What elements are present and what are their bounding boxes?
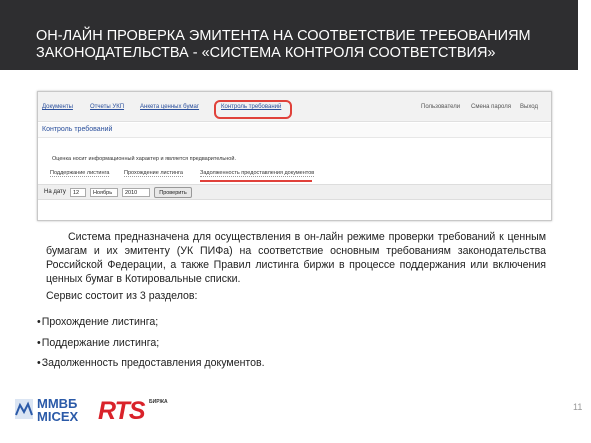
rts-logo: RTS БИРЖА <box>98 397 170 427</box>
nav-item-questionnaire[interactable]: Анкета ценных бумаг <box>140 104 199 110</box>
slide-title: ОН-ЛАЙН ПРОВЕРКА ЭМИТЕНТА НА СООТВЕТСТВИ… <box>36 28 531 61</box>
tab-underline <box>200 180 312 182</box>
micex-logo: ММВБ MICEX <box>15 395 83 427</box>
nav-item-documents[interactable]: Документы <box>42 104 73 110</box>
micex-logo-line2: MICEX <box>37 409 79 424</box>
tab-listing-support[interactable]: Поддержание листинга <box>50 170 110 177</box>
sections-list: Прохождение листинга; Поддержание листин… <box>37 312 265 374</box>
disclaimer-note: Оценка носит информационный характер и я… <box>52 156 236 162</box>
month-select[interactable]: Ноябрь <box>90 188 118 197</box>
nav-logout[interactable]: Выход <box>520 104 538 110</box>
year-select[interactable]: 2010 <box>122 188 150 197</box>
breadcrumb: Контроль требований <box>38 123 551 138</box>
nav-change-password[interactable]: Смена пароля <box>471 104 511 110</box>
sections-intro: Сервис состоит из 3 разделов: <box>46 290 198 302</box>
highlight-frame <box>214 100 292 119</box>
top-navigation: Документы Отчеты УКП Анкета ценных бумаг… <box>38 92 551 122</box>
app-screenshot: Документы Отчеты УКП Анкета ценных бумаг… <box>37 91 552 221</box>
page-number: 11 <box>573 402 583 412</box>
tab-documents-debt[interactable]: Задолженность предоставления документов <box>200 170 315 177</box>
micex-mark-icon <box>15 399 33 419</box>
day-select[interactable]: 12 <box>70 188 86 197</box>
date-label: На дату <box>44 189 66 195</box>
slide-header: ОН-ЛАЙН ПРОВЕРКА ЭМИТЕНТА НА СООТВЕТСТВИ… <box>0 0 578 70</box>
description-text: Система предназначена для осуществления … <box>46 231 546 285</box>
description-paragraph: Система предназначена для осуществления … <box>46 230 546 286</box>
list-item: Прохождение листинга; <box>37 312 265 333</box>
tab-listing-passing[interactable]: Прохождение листинга <box>124 170 183 177</box>
nav-users[interactable]: Пользователи <box>421 104 460 110</box>
list-item: Поддержание листинга; <box>37 333 265 354</box>
check-button[interactable]: Проверить <box>154 187 192 198</box>
date-filter: На дату 12 Ноябрь 2010 Проверить <box>38 184 551 200</box>
list-item: Задолженность предоставления документов. <box>37 353 265 374</box>
rts-logo-text: RTS <box>98 397 146 425</box>
rts-logo-subtext: БИРЖА <box>149 399 168 405</box>
nav-item-reports[interactable]: Отчеты УКП <box>90 104 124 110</box>
